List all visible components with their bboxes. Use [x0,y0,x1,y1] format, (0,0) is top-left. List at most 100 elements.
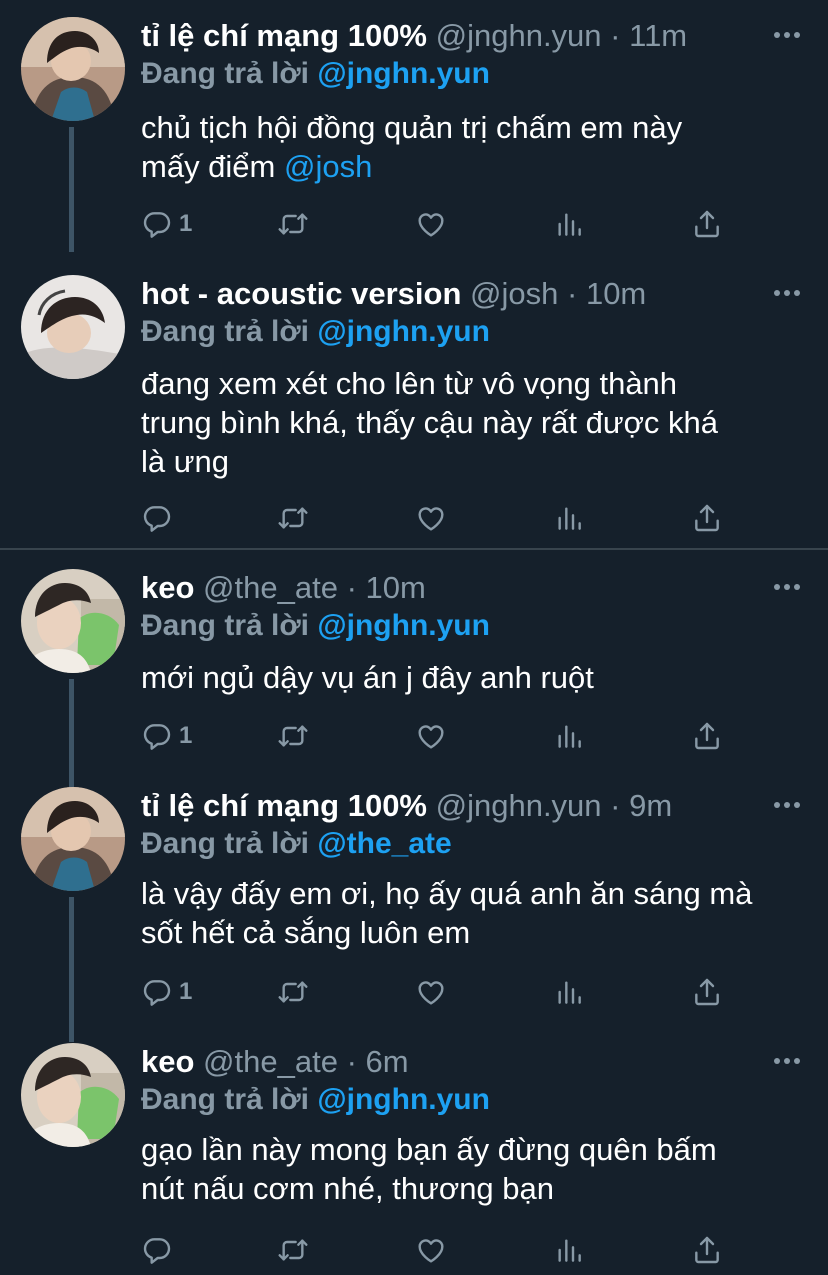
share-button[interactable] [691,498,723,538]
display-name[interactable]: keo [141,1044,194,1079]
analytics-button[interactable] [553,716,585,756]
avatar[interactable] [21,275,125,379]
display-name[interactable]: tỉ lệ chí mạng 100% [141,18,427,53]
replying-to-user[interactable]: @the_ate [317,827,451,860]
reply-button[interactable] [141,498,179,538]
display-name[interactable]: keo [141,570,194,605]
reply-button[interactable]: 1 [141,716,192,756]
username[interactable]: @the_ate [203,570,338,605]
avatar[interactable] [21,569,125,673]
retweet-button[interactable] [277,972,309,1012]
like-icon [415,502,447,534]
replying-to-user[interactable]: @jnghn.yun [317,315,490,348]
share-icon [691,1234,723,1266]
share-button[interactable] [691,1230,723,1270]
retweet-icon [277,208,309,240]
retweet-button[interactable] [277,498,309,538]
timestamp[interactable]: 10m [366,570,426,605]
timestamp[interactable]: 6m [366,1044,409,1079]
tweet-3[interactable]: keo @the_ate · 10m Đang trả lời @jnghn.y… [0,566,828,794]
tweet-5[interactable]: keo @the_ate · 6m Đang trả lời @jnghn.yu… [0,1040,828,1275]
display-name[interactable]: tỉ lệ chí mạng 100% [141,788,427,823]
tweet-text-segment: mấy điểm [141,149,276,184]
tweet-text-line: mới ngủ dậy vụ án j đây anh ruột [141,660,594,695]
more-icon[interactable] [774,290,800,298]
like-button[interactable] [415,204,447,244]
replying-to: Đang trả lời @the_ate [141,822,452,866]
like-button[interactable] [415,1230,447,1270]
avatar[interactable] [21,17,125,121]
tweet-2[interactable]: hot - acoustic version @josh · 10m Đang … [0,272,828,538]
separator-dot: · [610,18,621,53]
reply-icon [141,720,173,752]
retweet-button[interactable] [277,204,309,244]
like-button[interactable] [415,972,447,1012]
mention-link[interactable]: @josh [284,149,372,184]
reply-button[interactable] [141,1230,179,1270]
replying-to-user[interactable]: @jnghn.yun [317,57,490,90]
timestamp[interactable]: 10m [586,276,646,311]
tweet-actions [141,1230,731,1270]
more-icon[interactable] [774,584,800,592]
replying-to-label: Đang trả lời [141,57,310,90]
reply-count: 1 [179,978,193,1005]
analytics-button[interactable] [553,1230,585,1270]
avatar-photo [21,17,125,121]
tweet-text: đang xem xét cho lên từ vô vọng thành tr… [141,364,804,481]
like-button[interactable] [415,498,447,538]
share-button[interactable] [691,972,723,1012]
reply-button[interactable]: 1 [141,972,192,1012]
retweet-button[interactable] [277,716,309,756]
avatar[interactable] [21,787,125,891]
separator-dot: · [346,570,357,605]
username[interactable]: @the_ate [203,1044,338,1079]
replying-to: Đang trả lời @jnghn.yun [141,1078,490,1122]
thread-divider [0,548,828,550]
share-icon [691,208,723,240]
tweet-text-line: trung bình khá, thấy cậu này rất được kh… [141,405,719,440]
tweet-1[interactable]: tỉ lệ chí mạng 100% @jnghn.yun · 11m Đan… [0,14,828,252]
avatar-photo [21,1043,125,1147]
timestamp[interactable]: 9m [629,788,672,823]
reply-button[interactable]: 1 [141,204,192,244]
share-icon [691,502,723,534]
analytics-button[interactable] [553,498,585,538]
analytics-button[interactable] [553,972,585,1012]
display-name[interactable]: hot - acoustic version [141,276,461,311]
replying-to-user[interactable]: @jnghn.yun [317,1083,490,1116]
more-icon[interactable] [774,1058,800,1066]
analytics-icon [553,976,585,1008]
timestamp[interactable]: 11m [629,18,687,53]
avatar-photo [21,569,125,673]
like-icon [415,1234,447,1266]
analytics-icon [553,208,585,240]
reply-icon [141,976,173,1008]
thread-line [69,679,74,794]
share-button[interactable] [691,204,723,244]
more-icon[interactable] [774,802,800,810]
like-icon [415,208,447,240]
tweet-4[interactable]: tỉ lệ chí mạng 100% @jnghn.yun · 9m Đang… [0,784,828,1042]
share-icon [691,976,723,1008]
tweet-actions [141,498,731,538]
like-button[interactable] [415,716,447,756]
retweet-icon [277,1234,309,1266]
analytics-icon [553,502,585,534]
avatar-photo [21,787,125,891]
tweet-actions: 1 [141,716,731,756]
avatar[interactable] [21,1043,125,1147]
share-button[interactable] [691,716,723,756]
username[interactable]: @jnghn.yun [436,18,602,53]
retweet-icon [277,720,309,752]
reply-count: 1 [179,722,193,749]
separator-dot: · [610,788,621,823]
replying-to-user[interactable]: @jnghn.yun [317,609,490,642]
separator-dot: · [567,276,578,311]
more-icon[interactable] [774,32,800,40]
username[interactable]: @jnghn.yun [436,788,602,823]
analytics-button[interactable] [553,204,585,244]
replying-to-label: Đang trả lời [141,315,310,348]
retweet-button[interactable] [277,1230,309,1270]
username[interactable]: @josh [470,276,558,311]
avatar-photo [21,275,125,379]
